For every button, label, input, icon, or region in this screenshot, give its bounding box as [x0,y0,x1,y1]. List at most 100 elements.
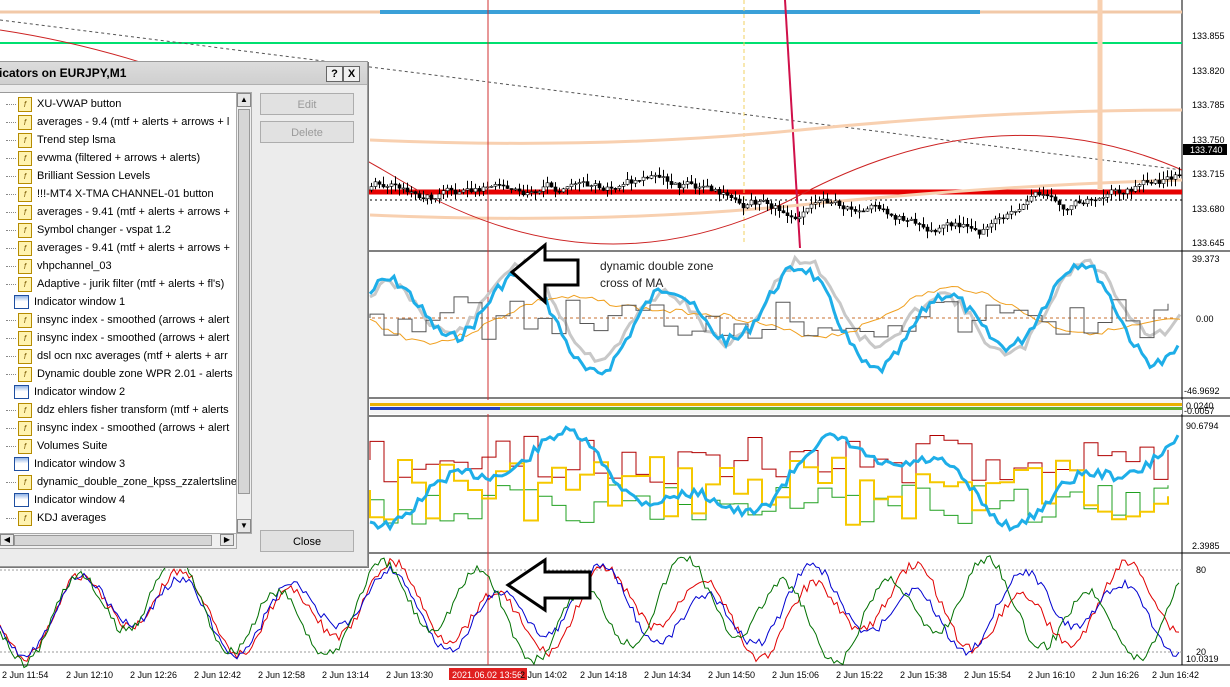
close-button[interactable]: Close [260,530,354,552]
tree-item-label: KDJ averages [37,512,107,524]
candle-body [721,192,726,195]
candle-body [473,188,478,193]
candle-body [1077,200,1082,204]
candle-body [1105,193,1110,198]
time-tick: 2 Jun 13:14 [322,670,369,680]
tree-window-item[interactable]: Indicator window 4 [14,491,125,509]
candle-body [1041,194,1046,196]
indicator-function-icon: f [18,348,32,364]
candle-body [521,190,526,196]
scroll-left-icon[interactable]: ◀ [0,534,14,546]
small-panel-label: -0.0057 [1184,406,1215,416]
tree-indicator-item[interactable]: f KDJ averages [18,509,106,527]
tree-indicator-item[interactable]: f XU-VWAP button [18,95,121,113]
candle-body [989,223,994,228]
tree-item-label: Symbol changer - vspat 1.2 [37,224,171,236]
tree-vertical-scrollbar[interactable]: ▲ ▼ [236,92,252,534]
tree-indicator-item[interactable]: f !!!-MT4 X-TMA CHANNEL-01 button [18,185,214,203]
candle-body [1129,188,1134,192]
candle-body [445,187,450,191]
close-x-button[interactable]: X [343,66,360,82]
candle-body [1145,180,1150,183]
price-tick: 133.715 [1192,169,1225,179]
scroll-thumb[interactable] [238,109,250,494]
tree-window-item[interactable]: Indicator window 1 [14,293,125,311]
candle-body [613,188,618,190]
tree-item-label: insync index - smoothed (arrows + alert [37,314,230,326]
indicator-window-icon [14,295,29,309]
candle-body [777,205,782,211]
candle-body [641,176,646,181]
help-button[interactable]: ? [326,66,343,82]
candle-body [449,187,454,191]
tree-item-label: averages - 9.41 (mtf + alerts + arrows + [37,242,230,254]
edit-button[interactable]: Edit [260,93,354,115]
tree-indicator-item[interactable]: f Dynamic double zone WPR 2.01 - alerts + [18,365,236,383]
candle-body [817,200,822,204]
tree-indicator-item[interactable]: f insync index - smoothed (arrows + alert [18,419,229,437]
candle-body [621,184,626,187]
tree-indicator-item[interactable]: f vhpchannel_03 [18,257,112,275]
tree-indicator-item[interactable]: f Trend step lsma [18,131,115,149]
candle-body [745,204,750,209]
volume-bar [370,403,1182,406]
candle-body [1141,180,1146,185]
tree-indicator-item[interactable]: f Adaptive - jurik filter (mtf + alerts +… [18,275,224,293]
tree-indicator-item[interactable]: f Volumes Suite [18,437,107,455]
candle-body [909,218,914,221]
tree-indicator-item[interactable]: f Symbol changer - vspat 1.2 [18,221,171,239]
candle-body [1017,209,1022,212]
hscroll-thumb[interactable] [14,535,212,546]
tree-horizontal-scrollbar[interactable]: ◀ ▶ [0,533,237,549]
candle-body [873,204,878,207]
candle-body [669,181,674,185]
candle-body [965,224,970,227]
tree-window-item[interactable]: Indicator window 3 [14,455,125,473]
candle-body [1021,204,1026,210]
indicator-function-icon: f [18,186,32,202]
tree-item-label: averages - 9.4 (mtf + alerts + arrows + … [37,116,230,128]
candle-body [589,185,594,187]
tree-indicator-item[interactable]: f averages - 9.41 (mtf + alerts + arrows … [18,239,230,257]
tree-window-item[interactable]: Indicator window 2 [14,383,125,401]
candle-body [861,210,866,213]
tree-connector [6,410,16,411]
tree-indicator-item[interactable]: f evwma (filtered + arrows + alerts) [18,149,200,167]
candle-body [525,192,530,196]
indicator-function-icon: f [18,240,32,256]
dialog-titlebar[interactable]: icators on EURJPY,M1 ? X [0,62,367,85]
candle-body [369,186,374,191]
delete-button[interactable]: Delete [260,121,354,143]
tree-connector [6,284,16,285]
candle-body [593,183,598,186]
tree-indicator-item[interactable]: f averages - 9.4 (mtf + alerts + arrows +… [18,113,229,131]
candle-body [761,200,766,202]
candle-body [681,184,686,189]
tree-indicator-item[interactable]: f dynamic_double_zone_kpss_zzalertslines [18,473,236,491]
candle-body [821,198,826,201]
candle-body [1009,211,1014,215]
tree-indicator-item[interactable]: f insync index - smoothed (arrows + alert [18,311,229,329]
scroll-down-icon[interactable]: ▼ [237,519,251,533]
osc1-top-label: 39.373 [1192,254,1220,264]
indicators-dialog[interactable]: icators on EURJPY,M1 ? X f XU-VWAP button… [0,61,368,567]
candle-body [433,198,438,200]
candle-body [553,186,558,192]
tree-indicator-item[interactable]: f dsl ocn nxc averages (mtf + alerts + ar… [18,347,228,365]
scroll-right-icon[interactable]: ▶ [220,534,234,546]
volume-bar [370,407,500,410]
indicator-tree[interactable]: f XU-VWAP button f averages - 9.4 (mtf + al… [0,92,237,534]
scroll-up-icon[interactable]: ▲ [237,93,251,107]
time-tick: 2 Jun 15:06 [772,670,819,680]
tree-indicator-item[interactable]: f insync index - smoothed (arrows + alert [18,329,229,347]
candle-body [1153,179,1158,184]
candle-body [961,224,966,228]
indicator-function-icon: f [18,474,32,490]
candle-body [877,205,882,210]
candle-body [477,188,482,192]
candle-body [417,193,422,199]
tree-indicator-item[interactable]: f Brilliant Session Levels [18,167,150,185]
candle-body [585,181,590,187]
tree-indicator-item[interactable]: f averages - 9.41 (mtf + alerts + arrows … [18,203,230,221]
tree-indicator-item[interactable]: f ddz ehlers fisher transform (mtf + aler… [18,401,229,419]
